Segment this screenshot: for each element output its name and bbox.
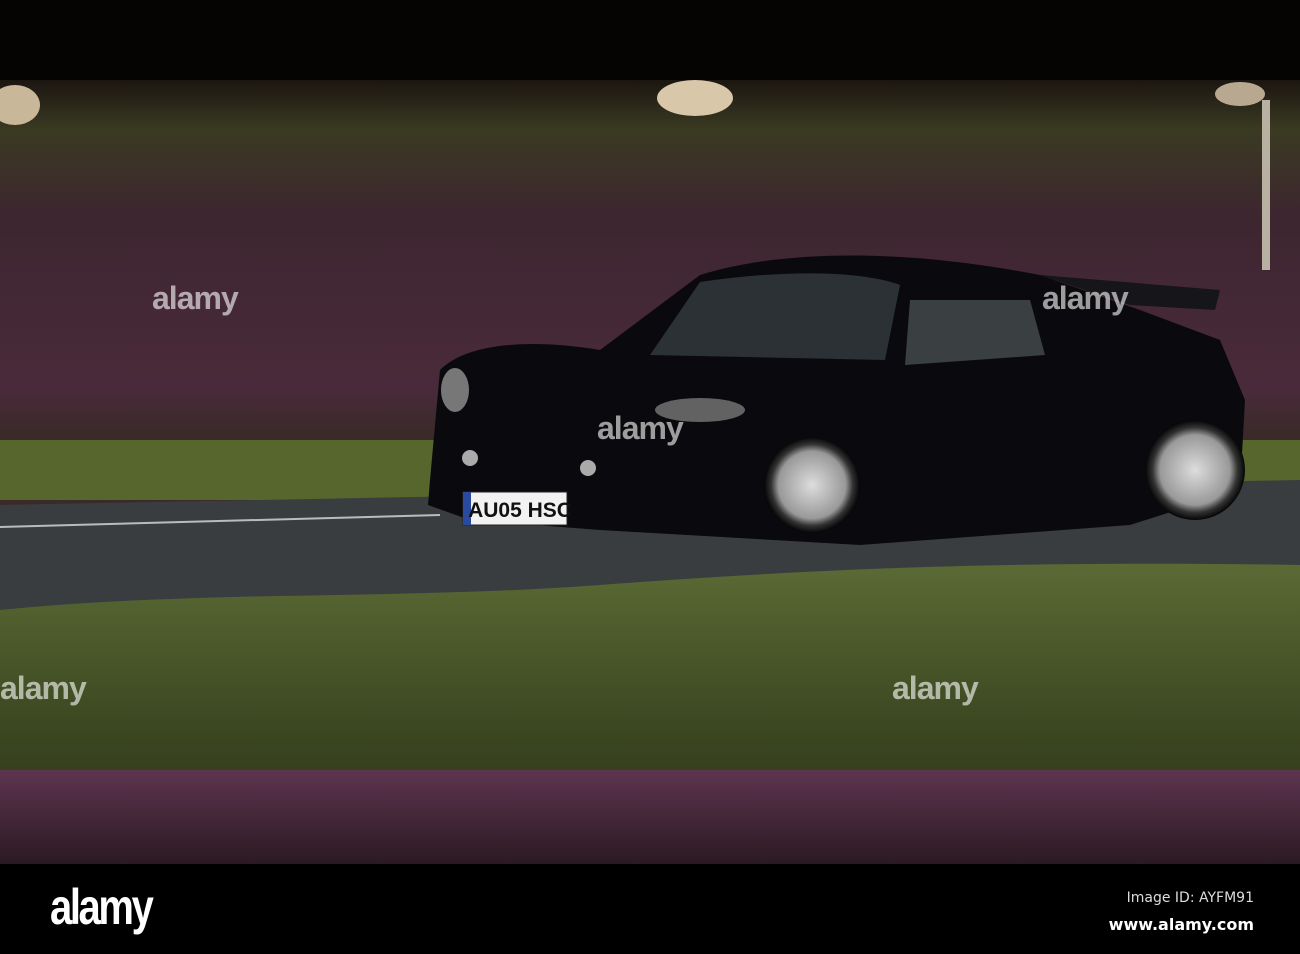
watermark: alamy xyxy=(892,670,979,706)
site-url: www.alamy.com xyxy=(1108,915,1254,934)
watermark: alamy xyxy=(1042,280,1129,316)
photo-stage: AU05 HSC alamy alamy alamy alamy alamy a… xyxy=(0,0,1300,954)
dark-top-band xyxy=(0,0,1300,80)
watermark: alamy xyxy=(0,670,87,706)
fog-light xyxy=(580,460,596,476)
footer-bar: alamy Image ID: AYFM91 www.alamy.com xyxy=(0,864,1300,954)
headlight xyxy=(441,368,469,412)
fog-light xyxy=(462,450,478,466)
sheep xyxy=(657,80,733,116)
side-window xyxy=(905,300,1045,365)
watermark: alamy xyxy=(597,410,684,446)
post xyxy=(1262,100,1270,270)
image-id: Image ID: AYFM91 xyxy=(1126,890,1254,906)
sheep xyxy=(1215,82,1265,106)
watermark: alamy xyxy=(152,280,239,316)
alamy-logo: alamy xyxy=(50,879,154,935)
rear-wheel xyxy=(1145,420,1245,520)
license-plate: AU05 HSC xyxy=(468,499,572,522)
front-wheel xyxy=(764,437,860,533)
foreground-heather xyxy=(0,770,1300,864)
